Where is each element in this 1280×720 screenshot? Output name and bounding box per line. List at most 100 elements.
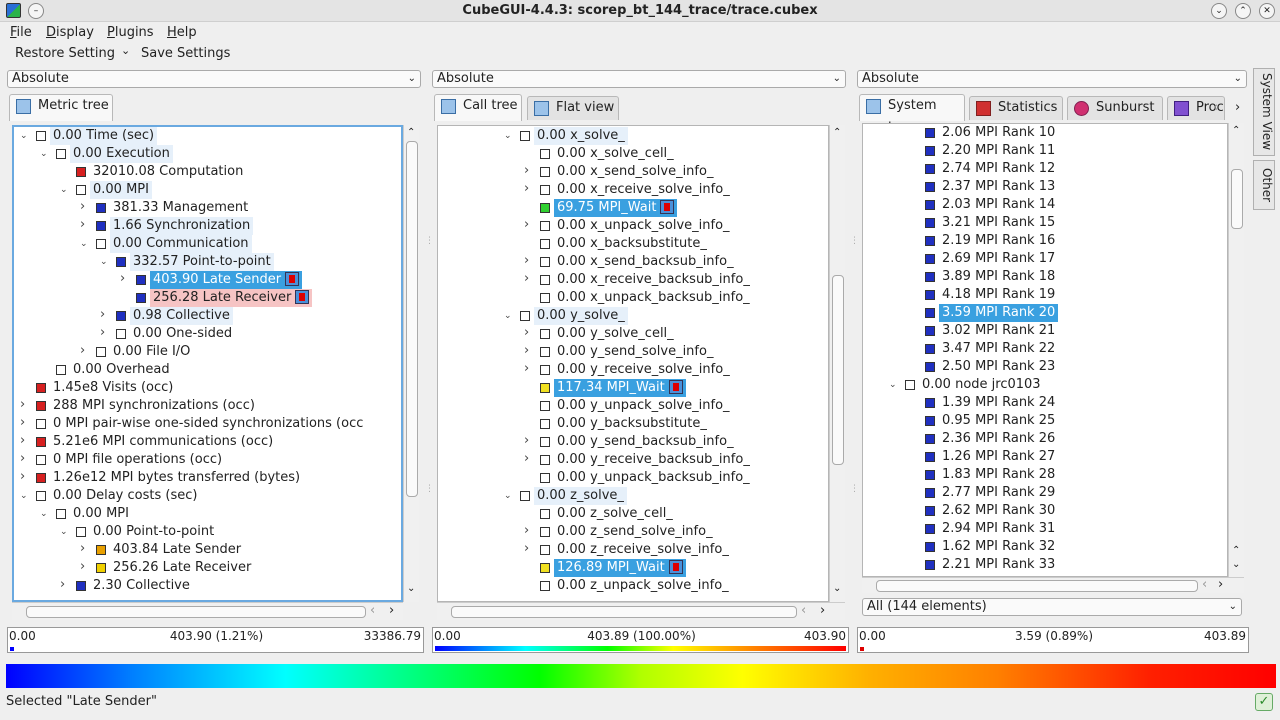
collapsed-arrow-icon[interactable]: › xyxy=(524,252,529,270)
collapsed-arrow-icon[interactable]: › xyxy=(60,576,65,594)
metric-hscrollbar[interactable]: ‹ › xyxy=(12,602,403,620)
tree-row[interactable]: › 256.26 Late Receiver xyxy=(14,559,401,577)
minimize-icon[interactable]: ⌄ xyxy=(1211,3,1227,19)
expanded-arrow-icon[interactable]: ⌄ xyxy=(100,253,108,271)
tree-row-label[interactable]: 32010.08 Computation xyxy=(90,163,246,181)
tree-row[interactable]: 3.89 MPI Rank 18 xyxy=(863,268,1227,286)
tree-row[interactable]: 2.50 MPI Rank 23 xyxy=(863,358,1227,376)
scroll-thumb[interactable] xyxy=(406,141,418,497)
collapsed-arrow-icon[interactable]: › xyxy=(20,414,25,432)
tree-row[interactable]: 2.37 MPI Rank 13 xyxy=(863,178,1227,196)
tree-row-label[interactable]: 3.59 MPI Rank 20 xyxy=(939,304,1059,322)
expanded-arrow-icon[interactable]: ⌄ xyxy=(20,487,28,505)
tree-row[interactable]: 3.59 MPI Rank 20 xyxy=(863,304,1227,322)
tree-row-label[interactable]: 4.18 MPI Rank 19 xyxy=(939,286,1058,304)
tree-row-label[interactable]: 0 MPI file operations (occ) xyxy=(50,451,225,469)
menu-display[interactable]: Display xyxy=(46,25,94,40)
scroll-down-icon[interactable]: ⌄ xyxy=(407,583,415,594)
tree-row-label[interactable]: 381.33 Management xyxy=(110,199,251,217)
menu-file[interactable]: File xyxy=(10,25,32,40)
collapsed-arrow-icon[interactable]: › xyxy=(524,270,529,288)
tree-row[interactable]: 69.75 MPI_Wait xyxy=(438,199,828,217)
scroll-up-icon[interactable]: ⌃ xyxy=(1232,125,1240,136)
tree-row[interactable]: 2.94 MPI Rank 31 xyxy=(863,520,1227,538)
splitter-handle[interactable]: ⋮ xyxy=(850,236,859,246)
tree-row-label[interactable]: 256.28 Late Receiver xyxy=(150,289,313,307)
close-icon[interactable]: ✕ xyxy=(1259,3,1275,19)
tree-row-label[interactable]: 0.00 x_receive_solve_info_ xyxy=(554,181,733,199)
tab-system-view[interactable]: System View xyxy=(1253,68,1275,156)
tree-row[interactable]: › 0.00 x_send_solve_info_ xyxy=(438,163,828,181)
tree-row[interactable]: ⌄ 0.00 MPI xyxy=(14,181,401,199)
tree-row-label[interactable]: 0 MPI pair-wise one-sided synchronizatio… xyxy=(50,415,366,433)
tree-row-label[interactable]: 0.00 z_receive_solve_info_ xyxy=(554,541,732,559)
scroll-thumb[interactable] xyxy=(832,275,844,465)
call-tree[interactable]: ⌄ 0.00 x_solve_ 0.00 x_solve_cell_ › 0.00 x_… xyxy=(437,125,829,602)
collapsed-arrow-icon[interactable]: › xyxy=(80,540,85,558)
tree-row-label[interactable]: 5.21e6 MPI communications (occ) xyxy=(50,433,276,451)
tree-row[interactable]: 117.34 MPI_Wait xyxy=(438,379,828,397)
metric-tree[interactable]: ⌄ 0.00 Time (sec) ⌄ 0.00 Execution 32010.08 … xyxy=(12,125,403,602)
tree-row-label[interactable]: 1.66 Synchronization xyxy=(110,217,254,235)
tree-row[interactable]: 1.62 MPI Rank 32 xyxy=(863,538,1227,556)
tree-row-label[interactable]: 0.00 y_send_backsub_info_ xyxy=(554,433,737,451)
tree-row[interactable]: 0.00 x_unpack_backsub_info_ xyxy=(438,289,828,307)
call-mode-select[interactable]: Absolute ⌄ xyxy=(432,70,846,88)
collapsed-arrow-icon[interactable]: › xyxy=(20,432,25,450)
collapsed-arrow-icon[interactable]: › xyxy=(80,342,85,360)
tree-row-label[interactable]: 0.95 MPI Rank 25 xyxy=(939,412,1058,430)
tree-row[interactable]: 2.74 MPI Rank 12 xyxy=(863,160,1227,178)
splitter-handle[interactable]: ⋮ xyxy=(425,484,434,494)
tree-row-label[interactable]: 0.00 x_receive_backsub_info_ xyxy=(554,271,753,289)
tree-row-label[interactable]: 0.00 x_solve_ xyxy=(534,127,628,145)
tree-row[interactable]: 1.83 MPI Rank 28 xyxy=(863,466,1227,484)
tree-row-label[interactable]: 2.06 MPI Rank 10 xyxy=(939,124,1058,142)
tree-row-label[interactable]: 256.26 Late Receiver xyxy=(110,559,254,577)
save-settings-button[interactable]: Save Settings xyxy=(141,46,230,61)
maximize-icon[interactable]: ⌃ xyxy=(1235,3,1251,19)
tree-row[interactable]: 2.77 MPI Rank 29 xyxy=(863,484,1227,502)
tree-row[interactable]: 1.45e8 Visits (occ) xyxy=(14,379,401,397)
expanded-arrow-icon[interactable]: ⌄ xyxy=(504,307,512,325)
tree-row-label[interactable]: 2.20 MPI Rank 11 xyxy=(939,142,1058,160)
tree-row[interactable]: 0.00 z_unpack_solve_info_ xyxy=(438,577,828,595)
tab-other[interactable]: Other xyxy=(1253,160,1275,210)
expanded-arrow-icon[interactable]: ⌄ xyxy=(889,376,897,394)
tree-row-label[interactable]: 0.00 z_solve_cell_ xyxy=(554,505,676,523)
tree-row[interactable]: 2.19 MPI Rank 16 xyxy=(863,232,1227,250)
tree-row[interactable]: › 0.00 x_unpack_solve_info_ xyxy=(438,217,828,235)
tree-row-label[interactable]: 0.00 Time (sec) xyxy=(50,127,158,145)
scroll-up-icon[interactable]: ⌃ xyxy=(407,127,415,138)
tree-row-label[interactable]: 0.00 x_solve_cell_ xyxy=(554,145,677,163)
system-tree[interactable]: 2.06 MPI Rank 10 2.20 MPI Rank 11 2.74 MPI… xyxy=(862,123,1228,577)
tree-row-label[interactable]: 0.00 Point-to-point xyxy=(90,523,217,541)
collapsed-arrow-icon[interactable]: › xyxy=(524,540,529,558)
collapsed-arrow-icon[interactable]: › xyxy=(100,306,105,324)
collapsed-arrow-icon[interactable]: › xyxy=(20,450,25,468)
tree-row[interactable]: › 1.66 Synchronization xyxy=(14,217,401,235)
tree-row[interactable]: › 0.00 y_receive_solve_info_ xyxy=(438,361,828,379)
tree-row[interactable]: ⌄ 0.00 y_solve_ xyxy=(438,307,828,325)
tree-row[interactable]: › 0.00 y_send_solve_info_ xyxy=(438,343,828,361)
tree-row-label[interactable]: 1.45e8 Visits (occ) xyxy=(50,379,176,397)
scroll-thumb[interactable] xyxy=(26,606,366,618)
tree-row-label[interactable]: 0.00 Execution xyxy=(70,145,173,163)
tree-row-label[interactable]: 0.98 Collective xyxy=(130,307,233,325)
call-vscrollbar[interactable]: ⌃ ⌄ xyxy=(829,125,845,602)
tree-row-label[interactable]: 0.00 Communication xyxy=(110,235,252,253)
tree-row[interactable]: › 0.00 z_send_solve_info_ xyxy=(438,523,828,541)
tree-row-label[interactable]: 0.00 One-sided xyxy=(130,325,235,343)
scroll-thumb[interactable] xyxy=(451,606,797,618)
tree-row-label[interactable]: 0.00 y_receive_solve_info_ xyxy=(554,361,733,379)
tree-row-label[interactable]: 0.00 x_backsubstitute_ xyxy=(554,235,710,253)
tree-row-label[interactable]: 288 MPI synchronizations (occ) xyxy=(50,397,258,415)
tree-row[interactable]: › 0.00 y_send_backsub_info_ xyxy=(438,433,828,451)
tree-row-label[interactable]: 2.50 MPI Rank 23 xyxy=(939,358,1058,376)
scroll-right-icon[interactable]: › xyxy=(820,603,825,618)
restore-setting-button[interactable]: Restore Setting xyxy=(15,46,115,61)
expanded-arrow-icon[interactable]: ⌄ xyxy=(60,523,68,541)
splitter-handle[interactable]: ⋮ xyxy=(425,236,434,246)
tree-row-label[interactable]: 69.75 MPI_Wait xyxy=(554,199,678,217)
tree-row-label[interactable]: 3.02 MPI Rank 21 xyxy=(939,322,1058,340)
tree-row[interactable]: 3.47 MPI Rank 22 xyxy=(863,340,1227,358)
